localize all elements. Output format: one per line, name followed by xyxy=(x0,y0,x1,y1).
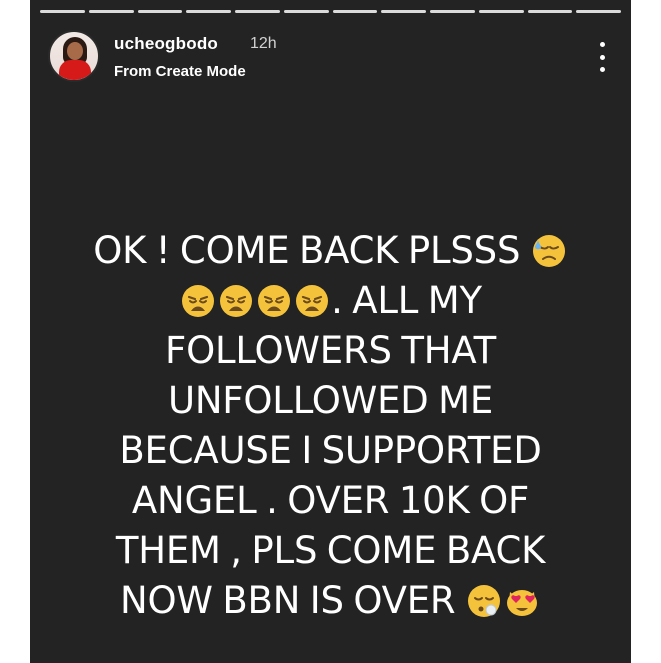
downcast-face-with-sweat-icon xyxy=(531,233,567,269)
progress-segment xyxy=(478,10,524,13)
story-text: OK ! COME BACK PLSSS . ALL MY FOLLOWERS … xyxy=(30,226,631,626)
progress-segment xyxy=(381,10,426,13)
story-progress-bar xyxy=(40,10,621,13)
weary-face-icon xyxy=(180,283,216,319)
progress-segment xyxy=(137,10,183,13)
story-viewer[interactable]: ucheogbodo 12h From Create Mode OK ! COM… xyxy=(30,0,631,663)
progress-segment xyxy=(430,10,475,13)
more-options-icon[interactable] xyxy=(597,42,607,72)
story-text-line-2: . ALL MY xyxy=(30,276,631,326)
story-text-line-3: FOLLOWERS THAT xyxy=(164,329,497,372)
face-exhaling-icon xyxy=(466,583,502,619)
story-timestamp: 12h xyxy=(250,35,277,52)
progress-segment xyxy=(576,10,621,13)
story-header: ucheogbodo 12h From Create Mode xyxy=(48,28,613,88)
heart-eyes-cat-icon xyxy=(504,583,540,619)
story-text-line-2-text: . ALL MY xyxy=(331,279,482,322)
avatar-face xyxy=(67,42,83,60)
story-text-line-4: UNFOLLOWED ME xyxy=(167,379,494,422)
progress-segment xyxy=(283,10,329,13)
weary-face-icon xyxy=(294,283,330,319)
weary-face-icon xyxy=(256,283,292,319)
progress-segment xyxy=(332,10,378,13)
story-text-line-8: NOW BBN IS OVER xyxy=(30,576,631,626)
avatar[interactable] xyxy=(48,30,100,82)
story-text-line-6: ANGEL . OVER 10K OF xyxy=(131,479,530,522)
progress-segment xyxy=(527,10,573,13)
story-text-line-1: OK ! COME BACK PLSSS xyxy=(30,226,631,276)
story-text-line-7: THEM , PLS COME BACK xyxy=(115,529,546,572)
story-text-line-1-text: OK ! COME BACK PLSSS xyxy=(93,229,521,272)
weary-face-icon xyxy=(218,283,254,319)
progress-segment xyxy=(235,10,280,13)
story-text-line-5: BECAUSE I SUPPORTED xyxy=(119,429,542,472)
story-subtitle: From Create Mode xyxy=(114,63,246,80)
progress-segment xyxy=(40,10,85,13)
username-link[interactable]: ucheogbodo xyxy=(114,34,218,54)
progress-segment xyxy=(186,10,231,13)
avatar-dress xyxy=(59,60,91,80)
story-text-line-8-text: NOW BBN IS OVER xyxy=(120,579,456,622)
progress-segment xyxy=(88,10,134,13)
